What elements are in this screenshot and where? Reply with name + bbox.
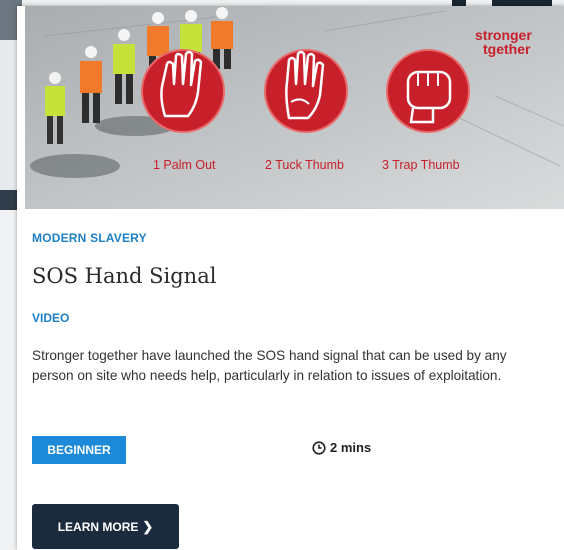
learn-more-button[interactable]: LEARN MORE ❯ xyxy=(32,504,179,549)
step-label: 1 Palm Out xyxy=(153,158,216,172)
duration-text: 2 mins xyxy=(330,440,372,455)
level-badge: BEGINNER xyxy=(32,436,126,464)
content-type-label: VIDEO xyxy=(32,311,70,325)
brand-logo: stronger tgether xyxy=(475,27,532,57)
chevron-right-icon: ❯ xyxy=(142,518,154,534)
card-description: Stronger together have launched the SOS … xyxy=(32,348,507,383)
hero-image: 1 Palm Out 2 Tuck Thumb 3 Trap Thumb str… xyxy=(25,6,564,209)
category-label: MODERN SLAVERY xyxy=(32,231,147,245)
step-label: 3 Trap Thumb xyxy=(382,158,460,172)
duration-info: 2 mins xyxy=(312,440,371,455)
palm-out-icon xyxy=(141,49,225,133)
learning-card[interactable]: 1 Palm Out 2 Tuck Thumb 3 Trap Thumb str… xyxy=(17,6,564,550)
learn-more-label: LEARN MORE xyxy=(57,519,139,534)
trap-thumb-icon xyxy=(386,49,470,133)
svg-text:tgether: tgether xyxy=(483,41,531,57)
clock-icon xyxy=(312,440,326,455)
step-label: 2 Tuck Thumb xyxy=(265,158,344,172)
card-title: SOS Hand Signal xyxy=(32,264,217,288)
tuck-thumb-icon xyxy=(264,49,348,133)
